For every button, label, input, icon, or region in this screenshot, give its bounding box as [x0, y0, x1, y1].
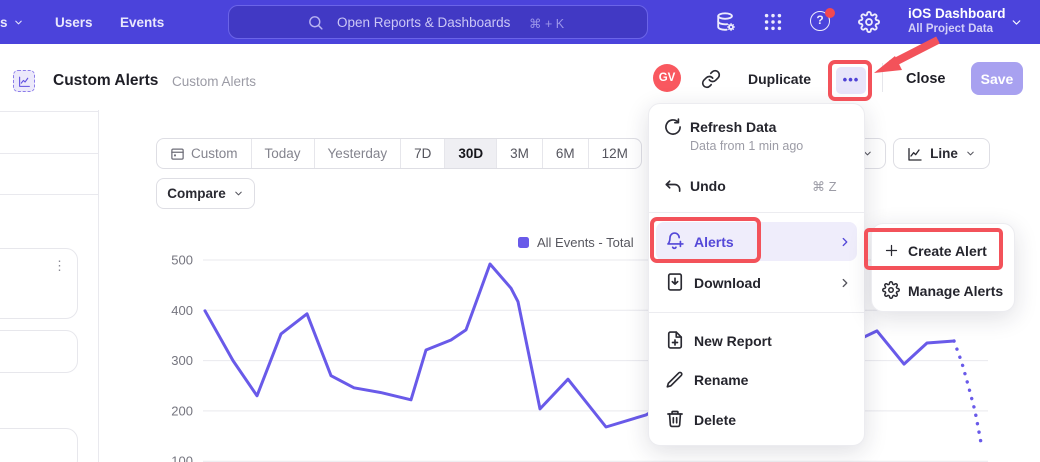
segment-12m[interactable]: 12M	[589, 139, 641, 168]
report-type-icon	[13, 70, 35, 92]
line-chart-icon	[907, 146, 923, 162]
help-icon[interactable]: ?	[810, 11, 832, 33]
chart-legend: All Events - Total	[518, 235, 634, 250]
sidebar-divider	[0, 111, 98, 112]
apps-grid-icon[interactable]	[762, 11, 784, 33]
nav-item-users[interactable]: Users	[55, 0, 93, 44]
sidebar-card[interactable]	[0, 330, 78, 373]
segment-3m[interactable]: 3M	[497, 139, 543, 168]
manage-gear-icon	[882, 281, 902, 301]
segment-7d[interactable]: 7D	[401, 139, 445, 168]
delete-trash-icon	[665, 409, 685, 429]
header-divider	[882, 63, 883, 92]
page-title: Custom Alerts	[53, 72, 158, 90]
calendar-icon	[170, 146, 185, 161]
alerts-chevron-right-icon	[838, 235, 852, 249]
refresh-icon	[663, 117, 683, 137]
sidebar-card[interactable]	[0, 428, 78, 462]
svg-text:500: 500	[171, 253, 193, 268]
nav-partial-label: s	[0, 15, 8, 30]
notification-dot	[825, 8, 835, 18]
settings-gear-icon[interactable]	[858, 11, 880, 33]
segment-6m[interactable]: 6M	[543, 139, 589, 168]
breadcrumb[interactable]: Custom Alerts	[172, 74, 256, 89]
project-scope: All Project Data	[908, 23, 993, 35]
svg-text:400: 400	[171, 303, 193, 318]
share-link-icon[interactable]	[701, 69, 721, 89]
nav-item-events[interactable]: Events	[120, 0, 164, 44]
new-report-icon	[665, 330, 685, 350]
search-shortcut: ⌘ + K	[529, 16, 564, 31]
menu-item-rename[interactable]: Rename	[694, 372, 748, 388]
save-button[interactable]: Save	[971, 62, 1023, 95]
menu-item-alerts[interactable]	[656, 222, 857, 261]
alert-bell-plus-icon	[665, 231, 685, 251]
avatar[interactable]: GV	[653, 64, 681, 92]
menu-item-undo[interactable]: Undo	[690, 178, 726, 194]
svg-text:300: 300	[171, 353, 193, 368]
menu-divider	[648, 312, 865, 313]
card-more-icon[interactable]: ⋮	[53, 262, 66, 269]
segment-custom[interactable]: Custom	[157, 139, 252, 168]
project-chevron-down-icon[interactable]	[1010, 16, 1023, 29]
segment-today[interactable]: Today	[252, 139, 315, 168]
sidebar-divider	[0, 153, 98, 154]
sidebar-border	[98, 110, 99, 462]
chevron-down-icon	[233, 188, 244, 199]
date-range-control: Custom Today Yesterday 7D 30D 3M 6M 12M	[156, 138, 642, 169]
segment-yesterday[interactable]: Yesterday	[315, 139, 402, 168]
segment-30d[interactable]: 30D	[445, 139, 497, 168]
search-input[interactable]: Open Reports & Dashboards ⌘ + K	[228, 5, 648, 39]
undo-shortcut: ⌘ Z	[812, 179, 837, 195]
menu-item-refresh[interactable]: Refresh Data	[690, 119, 776, 135]
submenu-item-create-alert[interactable]: Create Alert	[908, 243, 987, 259]
top-navigation-bar: s Users Events Open Reports & Dashboards…	[0, 0, 1040, 44]
menu-item-delete[interactable]: Delete	[694, 412, 736, 428]
chevron-down-icon	[13, 17, 24, 28]
sidebar-card[interactable]: ⋮	[0, 248, 78, 319]
sidebar-divider	[0, 194, 98, 195]
compare-button[interactable]: Compare	[156, 178, 255, 209]
plus-icon	[884, 243, 904, 263]
svg-text:200: 200	[171, 403, 193, 418]
submenu-item-manage-alerts[interactable]: Manage Alerts	[908, 283, 1003, 299]
chart-type-button[interactable]: Line	[893, 138, 990, 169]
menu-item-new-report[interactable]: New Report	[694, 333, 772, 349]
legend-swatch	[518, 237, 529, 248]
chevron-down-icon	[965, 148, 976, 159]
nav-item-partial[interactable]: s	[0, 0, 24, 44]
menu-refresh-subtitle: Data from 1 min ago	[690, 139, 803, 153]
menu-item-download[interactable]: Download	[694, 275, 761, 291]
data-management-icon[interactable]	[715, 11, 737, 33]
duplicate-button[interactable]: Duplicate	[748, 71, 811, 87]
project-name: iOS Dashboard	[908, 6, 1006, 21]
download-chevron-right-icon	[838, 276, 852, 290]
close-button[interactable]: Close	[906, 71, 946, 87]
legend-label: All Events - Total	[537, 235, 634, 250]
download-icon	[665, 272, 685, 292]
undo-icon	[663, 177, 683, 197]
more-options-button[interactable]: •••	[836, 67, 866, 94]
alerts-label: Alerts	[694, 234, 734, 250]
menu-divider	[648, 212, 865, 213]
search-icon	[307, 14, 324, 31]
rename-pencil-icon	[665, 370, 685, 390]
search-placeholder: Open Reports & Dashboards	[337, 15, 510, 30]
svg-text:100: 100	[171, 454, 193, 462]
